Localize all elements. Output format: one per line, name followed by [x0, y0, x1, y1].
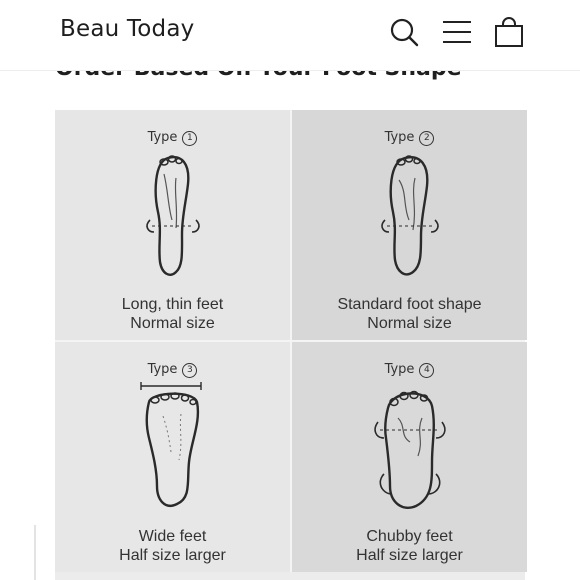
next-row-edge — [55, 572, 525, 580]
shopping-bag-icon[interactable] — [493, 16, 525, 48]
foot-type-caption: Chubby feet Half size larger — [356, 528, 463, 564]
foot-type-card-4: Type 4 Chubby feet Half size larger — [292, 342, 527, 572]
type-number-badge: 3 — [182, 363, 198, 378]
foot-shape-size-guide: Type 1 Long, thin feet Normal size Type 2 — [55, 110, 527, 580]
type-label: Type 4 — [292, 362, 527, 378]
type-number-badge: 2 — [419, 131, 435, 146]
foot-type-caption: Standard foot shape Normal size — [337, 296, 482, 332]
type-label: Type 1 — [55, 130, 290, 146]
foot-type-caption: Long, thin feet Normal size — [121, 296, 224, 332]
type-label: Type 3 — [55, 362, 290, 378]
menu-icon[interactable] — [441, 16, 473, 48]
search-icon[interactable] — [388, 16, 420, 48]
type-label: Type 2 — [292, 130, 527, 146]
foot-type-card-2: Type 2 Standard foot shape Normal size — [292, 110, 527, 340]
type-number-badge: 1 — [182, 131, 198, 146]
chubby-foot-icon — [373, 390, 446, 509]
wide-foot-icon — [139, 382, 202, 507]
scroll-edge-marker — [34, 525, 36, 580]
brand-logo[interactable]: Beau Today — [60, 16, 194, 42]
foot-type-caption: Wide feet Half size larger — [119, 528, 226, 564]
foot-type-card-1: Type 1 Long, thin feet Normal size — [55, 110, 290, 340]
foot-type-card-3: Type 3 Wide feet Half size larger — [55, 342, 290, 572]
type-number-badge: 4 — [419, 363, 435, 378]
standard-foot-icon — [380, 155, 439, 276]
long-thin-foot-icon — [145, 155, 200, 276]
site-header: Beau Today — [0, 0, 580, 71]
